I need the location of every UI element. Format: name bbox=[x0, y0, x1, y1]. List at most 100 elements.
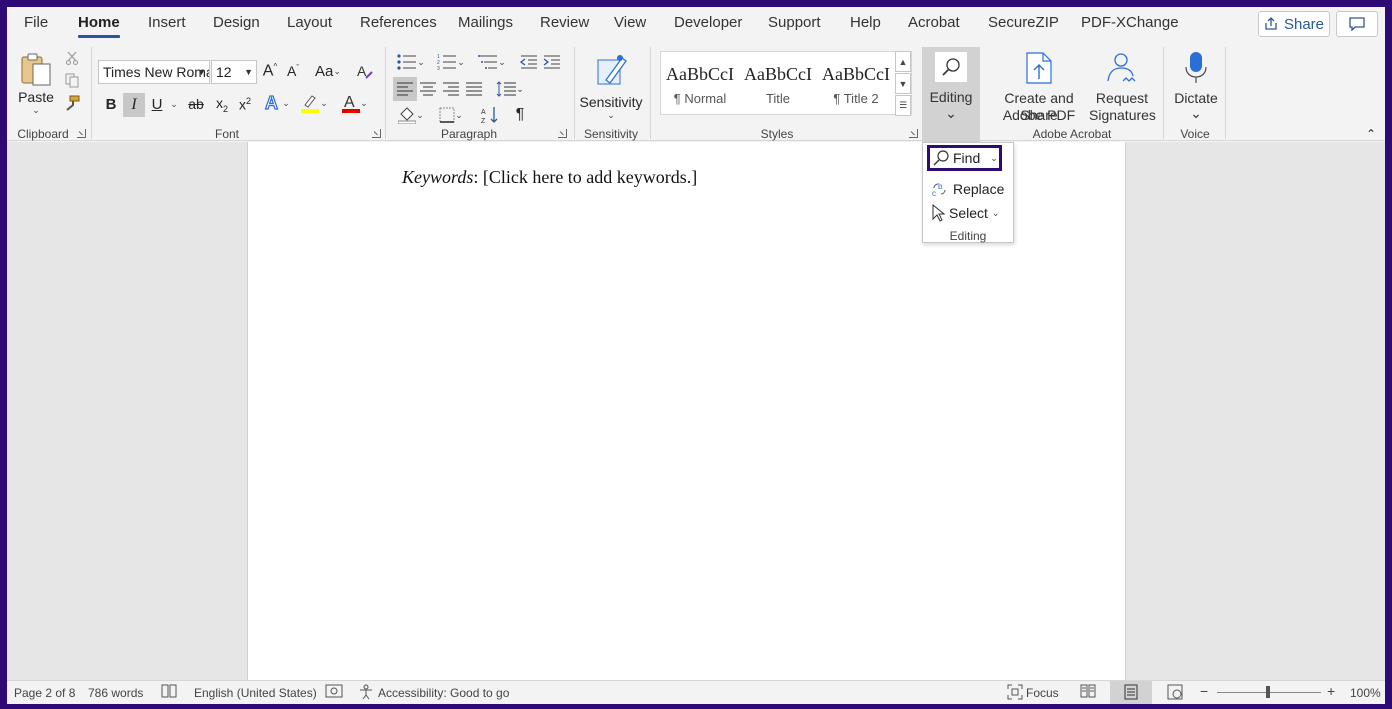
styles-scroll-down[interactable]: ▼ bbox=[895, 73, 911, 94]
tab-securezip[interactable]: SecureZIP bbox=[988, 14, 1059, 36]
create-share-pdf-button[interactable]: Create and Share Adobe PDF bbox=[987, 47, 1091, 125]
bullets-button[interactable]: ⌄ bbox=[393, 51, 429, 73]
italic-button[interactable]: I bbox=[123, 93, 145, 117]
tab-developer[interactable]: Developer bbox=[674, 14, 742, 36]
styles-more-button[interactable]: ☰ bbox=[895, 95, 911, 116]
proofing-icon[interactable] bbox=[161, 684, 177, 698]
tab-home[interactable]: Home bbox=[78, 14, 120, 38]
zoom-slider-thumb[interactable] bbox=[1266, 686, 1270, 698]
tab-design[interactable]: Design bbox=[213, 14, 260, 36]
clear-formatting-button[interactable]: A bbox=[354, 60, 376, 82]
replace-button[interactable]: bc Replace bbox=[931, 178, 1004, 200]
find-button[interactable]: Find ⌄ bbox=[927, 145, 1002, 171]
tab-support[interactable]: Support bbox=[768, 14, 821, 36]
chevron-down-icon: ⌄ bbox=[416, 109, 424, 120]
borders-button[interactable]: ⌄ bbox=[433, 103, 469, 127]
decrease-indent-button[interactable] bbox=[518, 51, 540, 73]
underline-dropdown[interactable]: ⌄ bbox=[168, 93, 180, 115]
tab-view[interactable]: View bbox=[614, 14, 646, 36]
justify-button[interactable] bbox=[463, 77, 485, 101]
style-title[interactable]: AaBbCcI Title bbox=[739, 52, 817, 114]
share-button[interactable]: Share bbox=[1258, 11, 1330, 37]
svg-text:3: 3 bbox=[437, 66, 440, 70]
print-layout-button[interactable] bbox=[1110, 681, 1152, 704]
signature-icon bbox=[1105, 51, 1139, 85]
align-left-button[interactable] bbox=[393, 77, 417, 101]
web-layout-icon[interactable] bbox=[1167, 684, 1183, 700]
numbering-button[interactable]: 1 2 3 ⌄ bbox=[433, 51, 469, 73]
highlight-color-button[interactable]: ⌄ bbox=[297, 91, 331, 115]
keywords-line[interactable]: Keywords: [Click here to add keywords.] bbox=[402, 167, 697, 188]
accessibility-icon[interactable] bbox=[358, 684, 374, 700]
svg-text:A: A bbox=[344, 94, 355, 111]
zoom-level[interactable]: 100% bbox=[1350, 686, 1381, 700]
line-spacing-button[interactable]: ⌄ bbox=[492, 77, 528, 101]
superscript-button[interactable]: x2 bbox=[234, 93, 256, 115]
text-effects-button[interactable]: A ⌄ bbox=[262, 91, 292, 115]
tab-insert[interactable]: Insert bbox=[148, 14, 186, 36]
editing-button[interactable]: Editing ⌄ bbox=[922, 47, 980, 147]
comments-button[interactable] bbox=[1336, 11, 1378, 37]
request-signatures-button[interactable]: Request Signatures bbox=[1089, 47, 1156, 125]
language[interactable]: English (United States) bbox=[194, 686, 317, 700]
bold-button[interactable]: B bbox=[101, 93, 121, 115]
styles-launcher-icon[interactable] bbox=[909, 129, 918, 138]
tab-mailings[interactable]: Mailings bbox=[458, 14, 513, 36]
macro-record-icon[interactable] bbox=[325, 684, 343, 698]
style-normal[interactable]: AaBbCcI ¶ Normal bbox=[661, 52, 739, 114]
tab-references[interactable]: References bbox=[360, 14, 437, 36]
align-center-button[interactable] bbox=[417, 77, 439, 101]
underline-button[interactable]: U bbox=[148, 93, 166, 115]
svg-text:Z: Z bbox=[481, 118, 486, 124]
zoom-in-button[interactable]: + bbox=[1327, 683, 1335, 699]
sensitivity-button[interactable]: Sensitivity ⌄ bbox=[579, 47, 643, 125]
keywords-placeholder[interactable]: : [Click here to add keywords.] bbox=[473, 167, 697, 187]
focus-icon[interactable] bbox=[1007, 684, 1023, 700]
svg-text:A: A bbox=[357, 63, 367, 79]
page-count[interactable]: Page 2 of 8 bbox=[14, 686, 75, 700]
cut-button[interactable] bbox=[63, 49, 81, 67]
tab-file[interactable]: File bbox=[24, 14, 48, 36]
paste-button[interactable]: Paste ⌄ bbox=[15, 47, 57, 119]
style-sample: AaBbCcI bbox=[822, 64, 890, 84]
font-size-combo[interactable]: 12 ▼ bbox=[211, 60, 257, 84]
select-button[interactable]: Select ⌄ bbox=[931, 202, 999, 224]
focus-label[interactable]: Focus bbox=[1026, 686, 1059, 700]
share-icon bbox=[1264, 17, 1278, 31]
font-launcher-icon[interactable] bbox=[372, 129, 381, 138]
divider bbox=[574, 47, 575, 139]
accessibility-status[interactable]: Accessibility: Good to go bbox=[378, 686, 509, 700]
tab-help[interactable]: Help bbox=[850, 14, 881, 36]
tab-acrobat[interactable]: Acrobat bbox=[908, 14, 960, 36]
style-name: ¶ Normal bbox=[673, 91, 727, 106]
clipboard-launcher-icon[interactable] bbox=[77, 129, 86, 138]
styles-scroll-up[interactable]: ▲ bbox=[895, 51, 911, 72]
share-label: Share bbox=[1283, 15, 1325, 33]
word-count[interactable]: 786 words bbox=[88, 686, 143, 700]
tab-pdf-xchange[interactable]: PDF-XChange bbox=[1081, 14, 1179, 36]
style-title-2[interactable]: AaBbCcI ¶ Title 2 bbox=[817, 52, 895, 114]
shading-button[interactable]: ⌄ bbox=[393, 103, 429, 127]
increase-indent-button[interactable] bbox=[541, 51, 563, 73]
shrink-font-button[interactable]: Aˇ bbox=[283, 60, 303, 82]
copy-button[interactable] bbox=[63, 71, 81, 89]
collapse-ribbon-button[interactable]: ⌃ bbox=[1363, 127, 1379, 141]
strikethrough-button[interactable]: ab bbox=[185, 93, 207, 115]
align-right-button[interactable] bbox=[440, 77, 462, 101]
paragraph-launcher-icon[interactable] bbox=[558, 129, 567, 138]
change-case-button[interactable]: Aa ⌄ bbox=[311, 60, 345, 82]
tab-review[interactable]: Review bbox=[540, 14, 589, 36]
multilevel-list-button[interactable]: ⌄ bbox=[474, 51, 510, 73]
dictate-button[interactable]: Dictate ⌄ bbox=[1169, 47, 1223, 125]
format-painter-button[interactable] bbox=[62, 93, 82, 113]
read-mode-icon[interactable] bbox=[1080, 684, 1096, 698]
grow-font-button[interactable]: A^ bbox=[260, 60, 280, 82]
show-formatting-button[interactable]: ¶ bbox=[509, 103, 531, 127]
font-color-button[interactable]: A ⌄ bbox=[338, 91, 372, 115]
subscript-button[interactable]: x2 bbox=[211, 93, 233, 115]
tab-layout[interactable]: Layout bbox=[287, 14, 332, 36]
request-line2: Signatures bbox=[1089, 107, 1156, 123]
font-name-combo[interactable]: Times New Roma ▼ bbox=[98, 60, 210, 84]
zoom-out-button[interactable]: − bbox=[1200, 683, 1208, 699]
sort-button[interactable]: AZ bbox=[479, 103, 501, 127]
